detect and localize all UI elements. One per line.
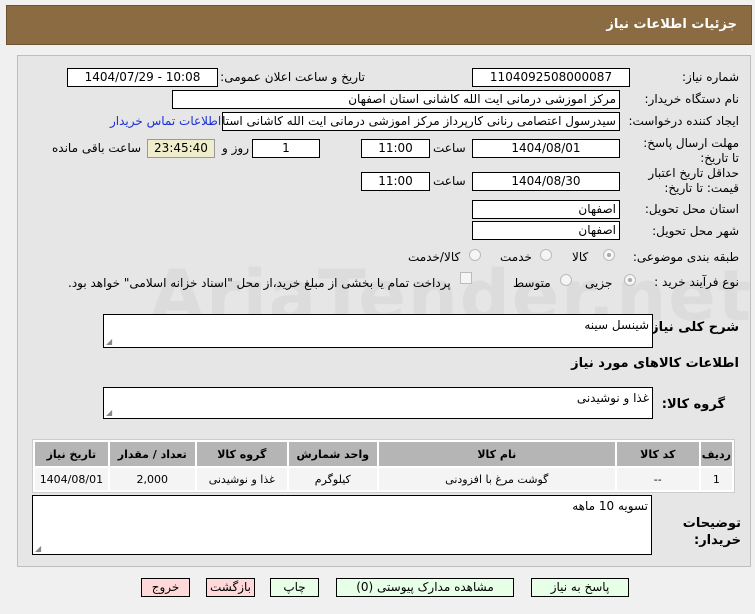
process-radio-medium[interactable] [560,274,572,286]
need-number-label: شماره نیاز: [682,70,739,84]
category-option-service: خدمت [500,250,532,264]
goods-group-text: غذا و نوشیدنی [576,391,649,405]
page-header: جزئیات اطلاعات نیاز [6,5,752,45]
remaining-time: 23:45:40 [147,139,215,158]
cell-name: گوشت مرغ با افزودنی [378,468,615,490]
col-qty: تعداد / مقدار [109,442,195,466]
deadline-time-label: ساعت [433,141,466,155]
cell-date: 1404/08/01 [35,468,108,490]
cell-group: غذا و نوشیدنی [196,468,287,490]
announce-label: تاریخ و ساعت اعلان عمومی: [220,70,365,84]
print-button[interactable]: چاپ [270,578,319,597]
goods-heading: اطلاعات کالاهای مورد نیاز [571,356,739,371]
validity-label: حداقل تاریخ اعتبار قیمت: تا تاریخ: [648,166,739,195]
cell-row: 1 [700,468,732,490]
notes-text: تسویه 10 ماهه [572,499,648,513]
remaining-label: ساعت باقی مانده [52,141,142,155]
validity-date-field[interactable]: 1404/08/30 [472,172,620,191]
days-field[interactable]: 1 [252,139,320,158]
resize-grip-icon[interactable]: ◢ [106,408,112,417]
cell-qty: 2,000 [109,468,195,490]
goods-group-label: گروه کالا: [661,397,725,412]
need-number-field[interactable]: 1104092508000087 [472,68,630,87]
announce-field[interactable]: 1404/07/29 - 10:08 [67,68,218,87]
resize-grip-icon[interactable]: ◢ [106,337,112,346]
goods-table: ردیف کد کالا نام کالا واحد شمارش گروه کا… [32,439,735,493]
col-row: ردیف [700,442,732,466]
creator-field[interactable]: سیدرسول اعتصامی رنانی کارپرداز مرکز اموز… [222,112,620,131]
category-option-goods: کالا [572,250,589,264]
col-unit: واحد شمارش [288,442,377,466]
exit-button[interactable]: خروج [141,578,190,597]
col-group: گروه کالا [196,442,287,466]
page-title: جزئیات اطلاعات نیاز [606,17,737,32]
buyer-label: نام دستگاه خریدار: [644,92,740,106]
process-radio-minor[interactable] [624,274,636,286]
province-field[interactable]: اصفهان [472,200,620,219]
col-code: کد کالا [616,442,699,466]
city-field[interactable]: اصفهان [472,221,620,240]
category-radio-both[interactable] [469,249,481,261]
col-date: تاریخ نیاز [35,442,108,466]
cell-unit: کیلوگرم [288,468,377,490]
category-radio-service[interactable] [540,249,552,261]
summary-text: شینسل سینه [584,318,649,332]
category-radio-goods[interactable] [603,249,615,261]
view-attachments-button[interactable]: مشاهده مدارک پیوستی (0) [336,578,514,597]
process-label: نوع فرآیند خرید : [654,275,739,289]
table-header-row: ردیف کد کالا نام کالا واحد شمارش گروه کا… [35,442,732,466]
notes-label: توضیحات خریدار: [682,516,741,548]
process-option-minor: جزیی [585,276,613,290]
contact-buyer-link[interactable]: اطلاعات تماس خریدار [110,114,221,128]
table-row: 1 -- گوشت مرغ با افزودنی کیلوگرم غذا و ن… [35,468,732,490]
province-label: استان محل تحویل: [644,202,739,216]
goods-group-textarea[interactable]: غذا و نوشیدنی ◢ [103,387,653,419]
validity-time-label: ساعت [433,174,466,188]
days-label: روز و [222,141,249,155]
treasury-payment-note: پرداخت تمام یا بخشی از مبلغ خرید،از محل … [68,276,451,290]
notes-textarea[interactable]: تسویه 10 ماهه ◢ [32,495,652,555]
process-option-medium: متوسط [513,276,551,290]
col-name: نام کالا [378,442,615,466]
validity-time-field[interactable]: 11:00 [361,172,430,191]
deadline-label: مهلت ارسال پاسخ: تا تاریخ: [643,136,739,165]
creator-label: ایجاد کننده درخواست: [628,114,739,128]
category-option-both: کالا/خدمت [408,250,461,264]
resize-grip-icon[interactable]: ◢ [35,544,41,553]
buyer-field[interactable]: مرکز اموزشی درمانی ایت الله کاشانی استان… [172,90,620,109]
summary-textarea[interactable]: شینسل سینه ◢ [103,314,653,348]
deadline-time-field[interactable]: 11:00 [361,139,430,158]
reply-button[interactable]: پاسخ به نیاز [531,578,629,597]
summary-label: شرح کلی نیاز: [645,320,739,335]
city-label: شهر محل تحویل: [652,224,739,238]
treasury-payment-checkbox[interactable] [460,272,472,284]
category-label: طبقه بندی موضوعی: [632,250,739,264]
back-button[interactable]: بازگشت [206,578,255,597]
cell-code: -- [616,468,699,490]
deadline-date-field[interactable]: 1404/08/01 [472,139,620,158]
